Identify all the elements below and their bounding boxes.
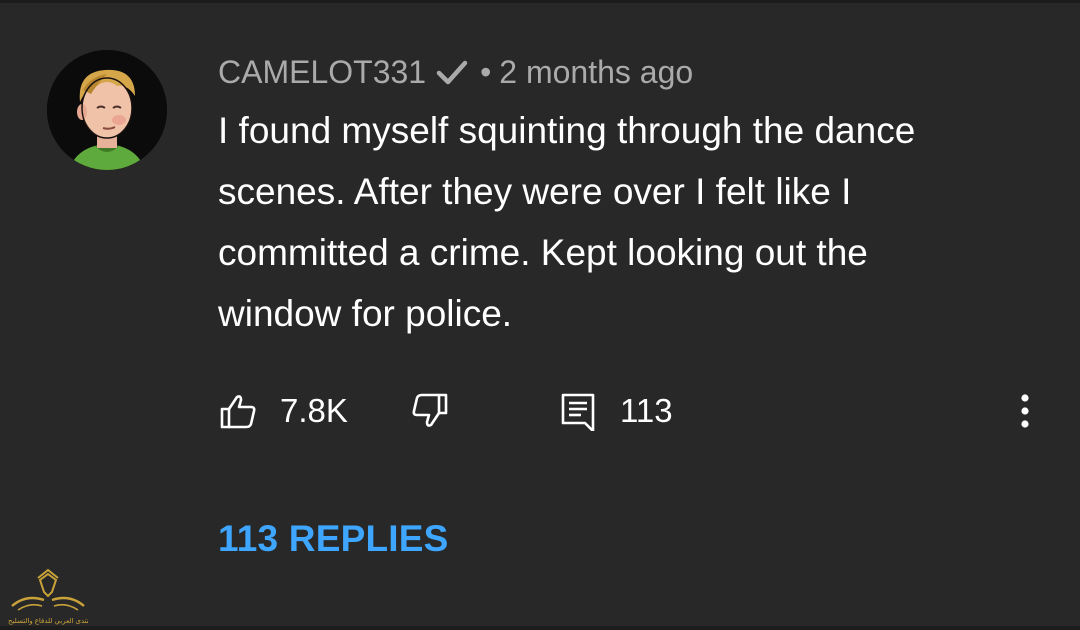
comment-line: committed a crime. Kept looking out the <box>218 232 868 273</box>
thumbs-down-icon <box>410 391 450 431</box>
more-vert-icon <box>1019 391 1031 431</box>
comment-line: window for police. <box>218 293 513 334</box>
bottom-divider <box>0 626 1080 630</box>
like-count: 7.8K <box>280 392 348 429</box>
comment-text: I found myself squinting through the dan… <box>218 100 1038 344</box>
author-name[interactable]: CAMELOT331 <box>218 54 426 91</box>
view-replies-link[interactable]: 113 REPLIES <box>218 518 449 560</box>
comment-meta: CAMELOT331 • 2 months ago <box>218 50 693 94</box>
watermark-text: المنتدى العربي للدفاع والتسليح <box>8 618 88 625</box>
comment-timestamp[interactable]: 2 months ago <box>499 54 693 91</box>
avatar-illustration <box>47 50 167 170</box>
like-button[interactable]: 7.8K <box>218 386 348 436</box>
reply-count: 113 <box>620 392 673 429</box>
thumbs-up-icon <box>218 391 258 431</box>
dislike-button[interactable] <box>410 386 450 436</box>
meta-separator: • <box>480 53 492 90</box>
avatar[interactable] <box>47 50 167 170</box>
comment-line: I found myself squinting through the dan… <box>218 110 916 151</box>
comment-icon <box>558 391 598 431</box>
top-divider <box>0 0 1080 3</box>
watermark-logo <box>8 566 88 626</box>
reply-button[interactable]: 113 <box>558 386 673 436</box>
comment-line: scenes. After they were over I felt like… <box>218 171 852 212</box>
comment-actions: 7.8K 113 <box>218 386 1058 436</box>
more-options-button[interactable] <box>1010 386 1040 436</box>
check-icon <box>434 54 470 90</box>
